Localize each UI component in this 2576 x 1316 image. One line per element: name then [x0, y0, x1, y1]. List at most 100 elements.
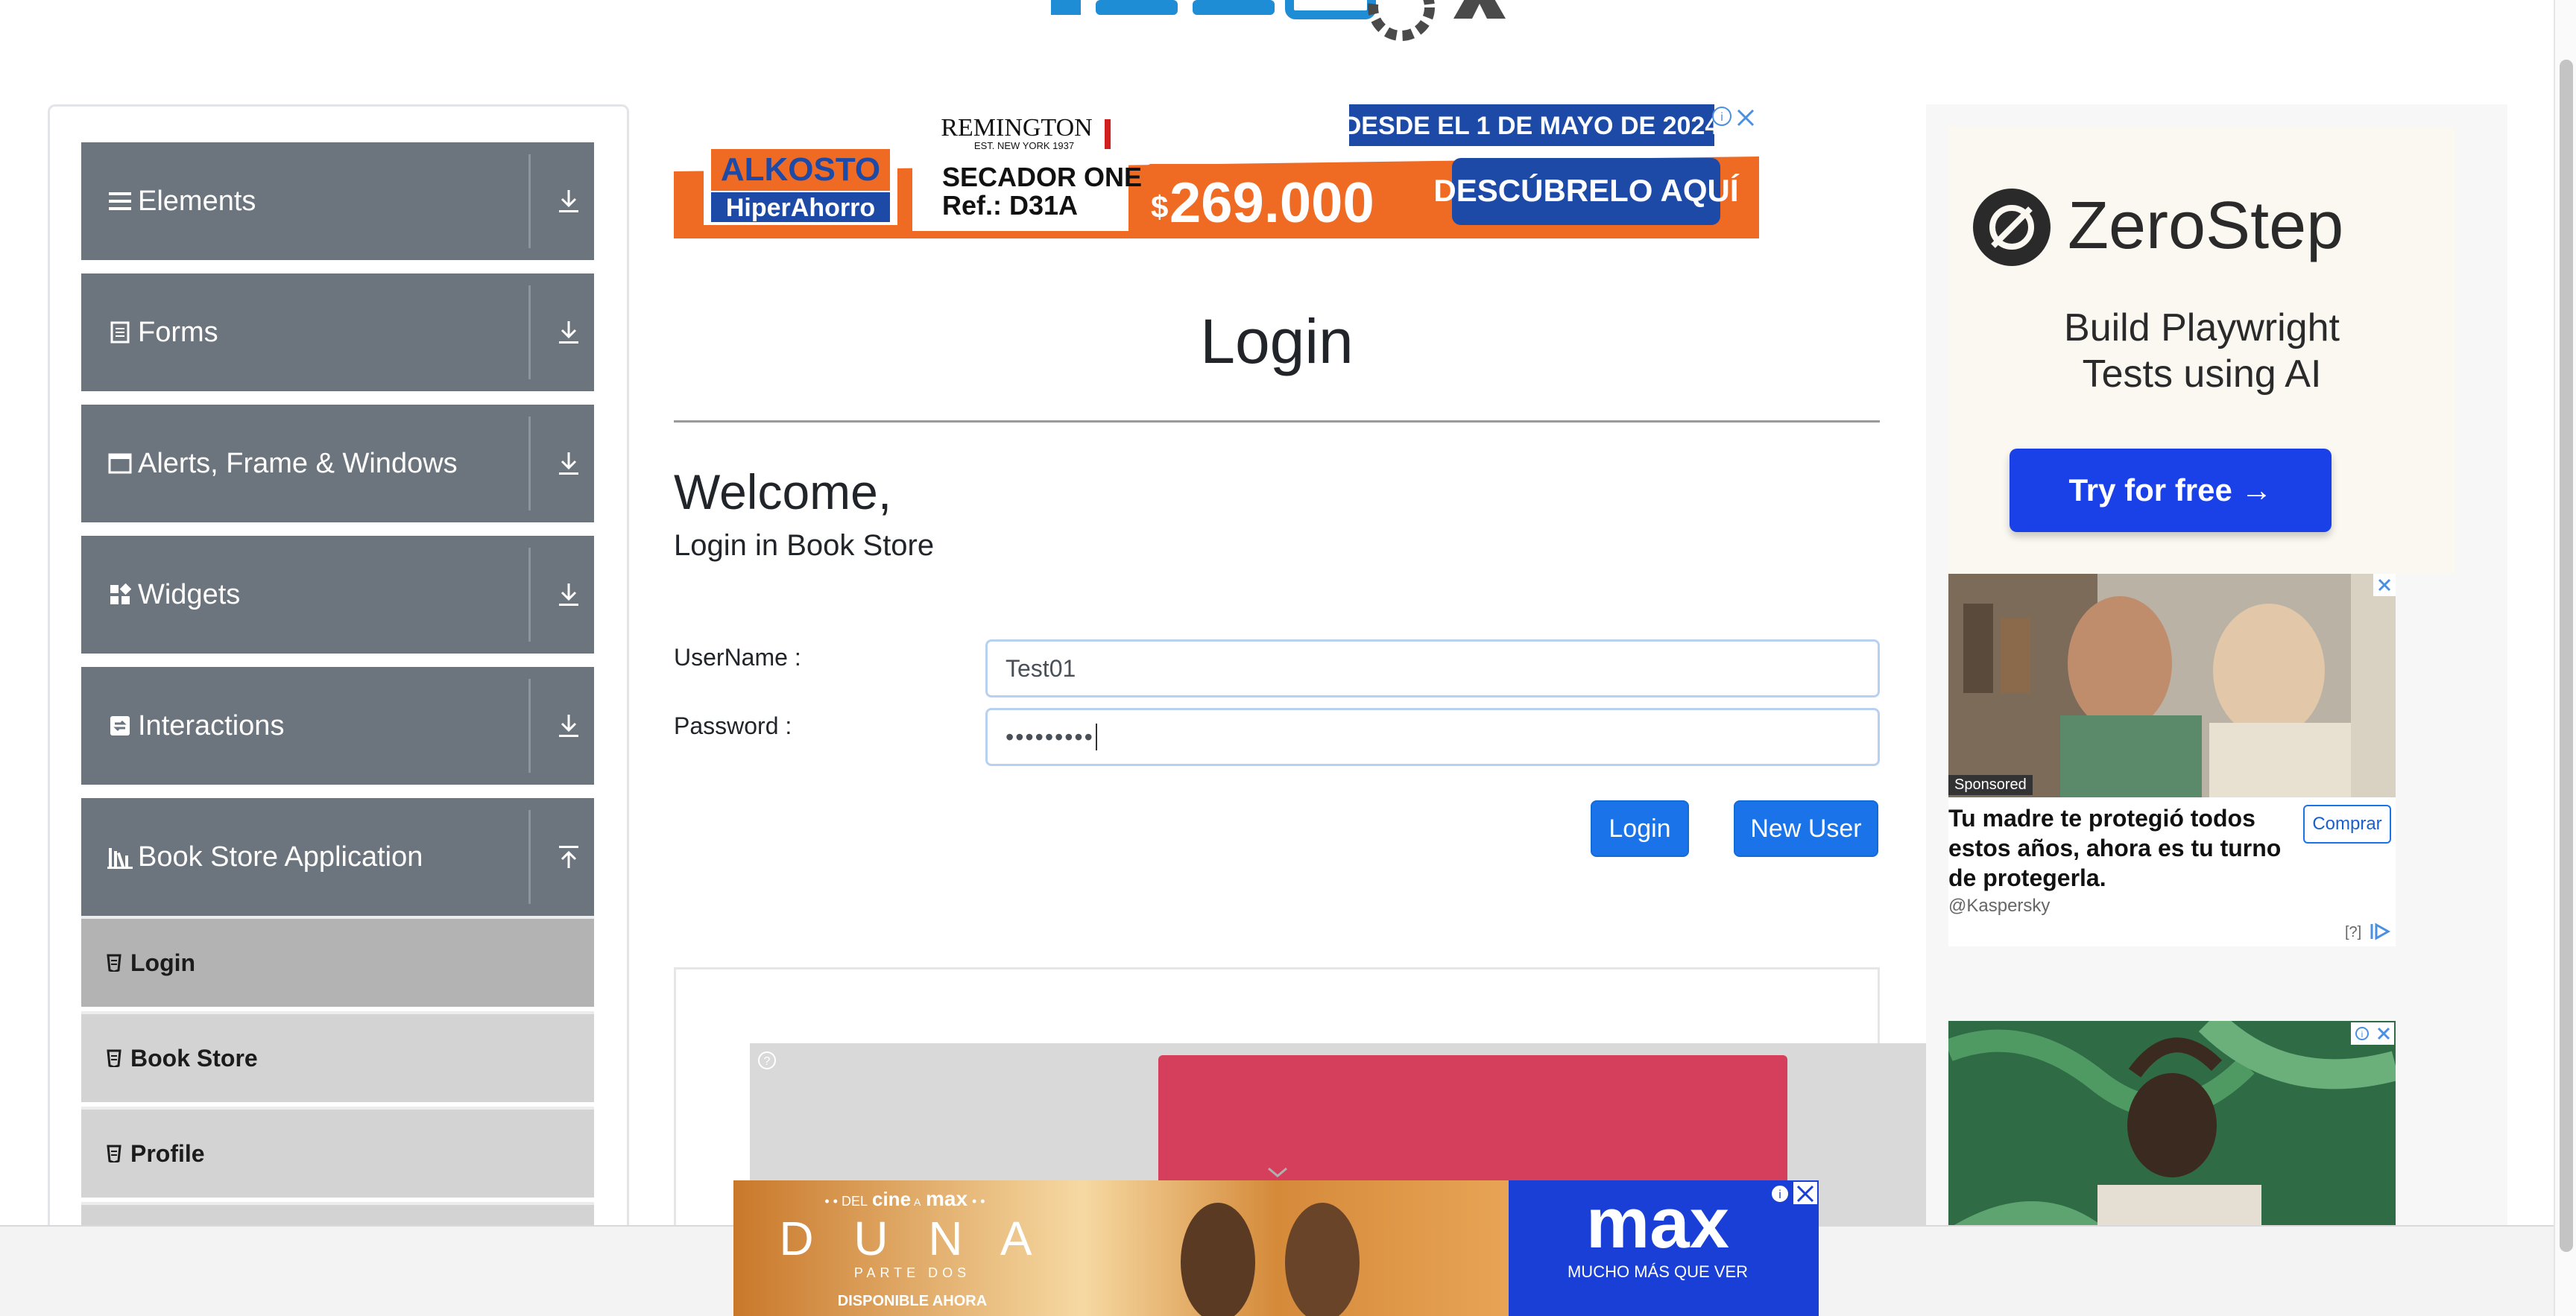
group-interactions[interactable]: Interactions — [81, 667, 594, 785]
username-input[interactable]: Test01 — [985, 639, 1880, 697]
scrollbar-thumb[interactable] — [2560, 60, 2573, 1252]
product-line-1: SECADOR ONE — [942, 162, 1142, 192]
group-book-store-application[interactable]: Book Store Application — [81, 798, 594, 916]
password-value: ••••••••• — [1006, 723, 1094, 750]
toolsqa-logo[interactable] — [1051, 0, 1528, 52]
ad-info-icon: i — [1770, 1184, 1790, 1203]
heading-divider — [674, 420, 1880, 423]
price-value: 269.000 — [1169, 171, 1374, 235]
divider — [528, 810, 531, 904]
collapse-icon[interactable] — [543, 798, 594, 916]
ad-info-link[interactable]: [?] — [2345, 924, 2361, 941]
remington-brand: REMINGTON — [941, 114, 1092, 142]
expand-icon[interactable] — [543, 273, 594, 391]
ad-text-line-3: de protegerla. — [1948, 864, 2106, 891]
expand-icon[interactable] — [543, 536, 594, 654]
price-currency: $ — [1151, 189, 1168, 224]
group-alerts-frame-windows[interactable]: Alerts, Frame & Windows — [81, 405, 594, 522]
sidebar-item-profile[interactable]: Profile — [81, 1107, 594, 1198]
kaspersky-ad[interactable]: Sponsored Tu madre te protegió todos est… — [1948, 574, 2396, 946]
left-panel: Elements Forms Alerts, Frame & Windows W… — [48, 104, 629, 1316]
ad-close-icon — [1793, 1182, 1817, 1204]
divider — [528, 417, 531, 510]
sidebar-item-label: Login — [130, 949, 196, 976]
list-item-icon — [104, 952, 124, 973]
login-button[interactable]: Login — [1591, 800, 1689, 857]
ad-text-line-1: Tu madre te protegió todos — [1948, 805, 2255, 832]
svg-text:i: i — [2361, 1029, 2364, 1040]
group-title: Interactions — [138, 709, 285, 741]
tagline-a: A — [914, 1196, 921, 1208]
max-brand: max — [1586, 1183, 1729, 1263]
zerostep-cta-button[interactable]: Try for free → — [2010, 449, 2332, 532]
expand-icon[interactable] — [543, 142, 594, 260]
new-user-button[interactable]: New User — [1734, 800, 1878, 857]
ad-info-icon: i — [2355, 1027, 2369, 1040]
bottom-ad-banner[interactable]: • • DEL cine A max • • D U N A PARTE DOS… — [733, 1180, 1819, 1316]
sidebar-item-login[interactable]: Login — [81, 916, 594, 1007]
chevron-down-icon — [1268, 1167, 1287, 1177]
page-title: Login — [1200, 306, 1354, 376]
zerostep-headline-2: Tests using AI — [2082, 352, 2322, 396]
expand-icon[interactable] — [543, 405, 594, 522]
group-widgets[interactable]: Widgets — [81, 536, 594, 654]
login-subtitle: Login in Book Store — [674, 529, 935, 562]
ad-close-icon — [1734, 106, 1758, 128]
text-cursor — [1095, 724, 1097, 750]
page-scrollbar[interactable] — [2554, 0, 2576, 1316]
password-label: Password : — [674, 712, 792, 739]
zerostep-brand: ZeroStep — [2068, 189, 2344, 263]
tagline-post: • • — [972, 1194, 985, 1209]
sidebar-item-label: Book Store — [130, 1044, 258, 1072]
username-label: UserName : — [674, 644, 801, 671]
svg-text:i: i — [1720, 111, 1723, 124]
zerostep-logo-icon — [1973, 189, 2051, 266]
alkosto-brand: ALKOSTO — [721, 151, 880, 188]
sponsored-label: Sponsored — [1948, 775, 2033, 795]
group-elements[interactable]: Elements — [81, 142, 594, 260]
group-title: Widgets — [138, 578, 241, 610]
menu-icon — [107, 188, 133, 215]
group-title: Elements — [138, 185, 256, 217]
right-ad-column: ZeroStep Build Playwright Tests using AI… — [1926, 104, 2507, 1316]
ad-close-icon — [2377, 1027, 2390, 1040]
sidebar-item-book-store[interactable]: Book Store — [81, 1011, 594, 1102]
group-title: Forms — [138, 316, 218, 348]
ad-info-icon: i — [1712, 107, 1731, 126]
buy-button[interactable]: Comprar — [2303, 805, 2391, 844]
group-title: Alerts, Frame & Windows — [138, 447, 458, 479]
interactions-icon — [107, 712, 133, 739]
divider — [528, 679, 531, 773]
divider — [528, 548, 531, 642]
ad-photo — [1948, 574, 2396, 797]
group-title: Book Store Application — [138, 841, 423, 873]
ad-choices-bar[interactable]: i — [2351, 1022, 2394, 1045]
movie-subtitle: PARTE DOS — [854, 1265, 970, 1280]
ad-close-icon[interactable] — [2373, 574, 2396, 596]
group-forms[interactable]: Forms — [81, 273, 594, 391]
movie-title: D U N A — [779, 1212, 1045, 1265]
max-tagline: MUCHO MÁS QUE VER — [1568, 1262, 1748, 1281]
adchoices-icon[interactable] — [2369, 923, 2393, 940]
available-now: DISPONIBLE AHORA — [838, 1293, 987, 1309]
tagline-cine: cine — [872, 1188, 911, 1210]
svg-text:?: ? — [764, 1055, 771, 1068]
page: Elements Forms Alerts, Frame & Windows W… — [0, 0, 2576, 1316]
divider — [528, 154, 531, 248]
list-item-icon — [104, 1048, 124, 1069]
divider — [528, 285, 531, 379]
ad-text-line-2: estos años, ahora es tu turno — [1948, 835, 2282, 861]
top-ad-banner[interactable]: ALKOSTO HiperAhorro REMINGTON EST. NEW Y… — [674, 104, 1759, 238]
sidebar-item-label: Profile — [130, 1139, 205, 1167]
svg-text:i: i — [1778, 1189, 1781, 1201]
ad-help-icon[interactable]: ? — [756, 1049, 778, 1072]
list-item-icon — [104, 1143, 124, 1164]
zerostep-ad[interactable]: ZeroStep Build Playwright Tests using AI… — [1948, 127, 2455, 574]
promo-cta: DESCÚBRELO AQUÍ — [1433, 172, 1739, 208]
document-icon — [107, 319, 133, 346]
window-icon — [107, 450, 133, 477]
books-icon — [107, 844, 133, 870]
zerostep-headline-1: Build Playwright — [2064, 306, 2340, 349]
password-input[interactable]: ••••••••• — [985, 708, 1880, 766]
expand-icon[interactable] — [543, 667, 594, 785]
